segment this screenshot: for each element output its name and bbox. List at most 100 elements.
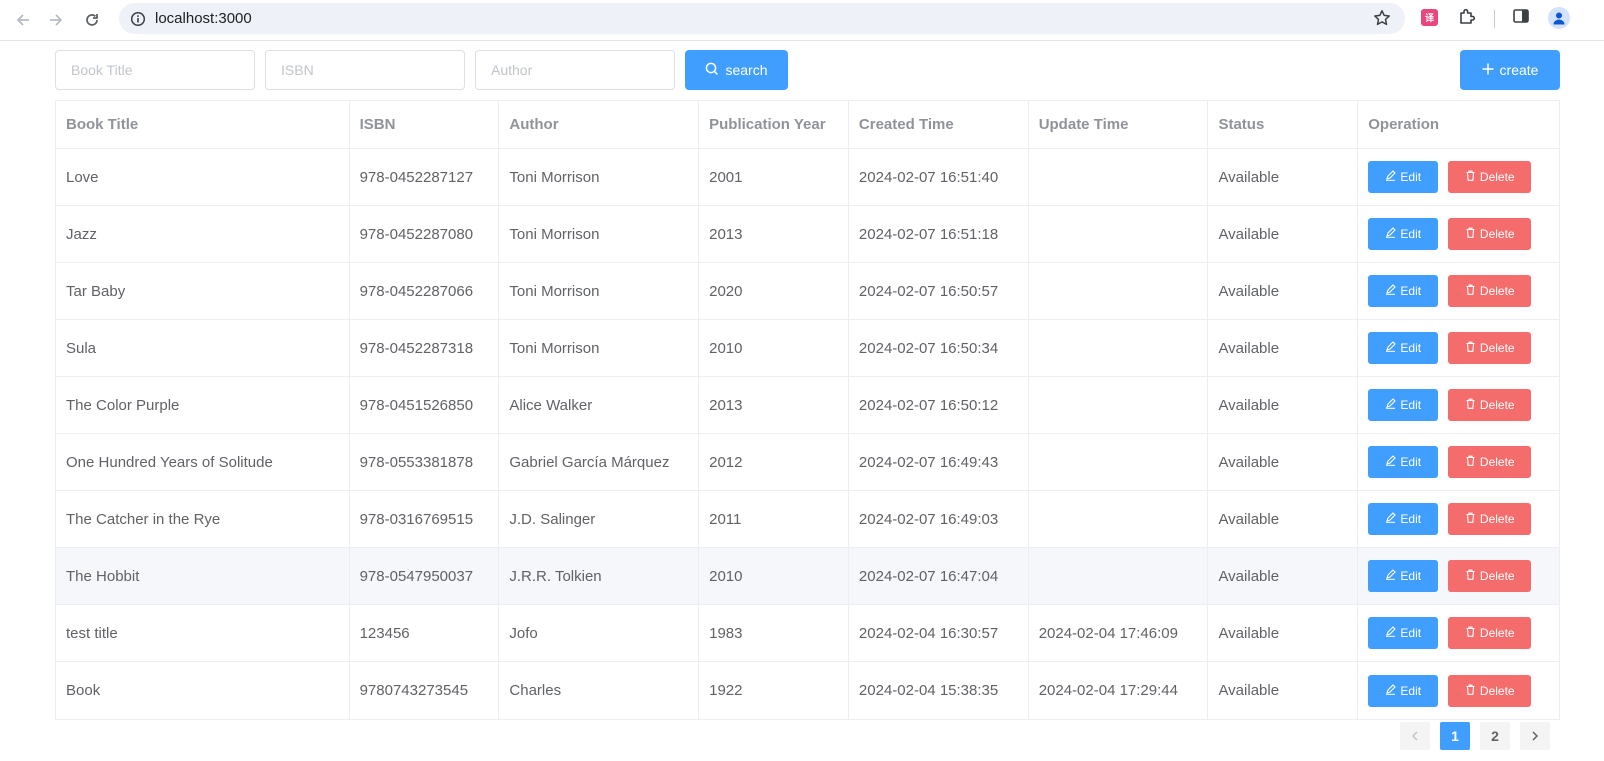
- edit-pencil-icon: [1385, 284, 1397, 298]
- status-cell: Available: [1208, 548, 1359, 604]
- delete-button[interactable]: Delete: [1448, 560, 1532, 592]
- delete-button[interactable]: Delete: [1448, 332, 1532, 364]
- edit-button[interactable]: Edit: [1368, 218, 1439, 250]
- edit-pencil-icon: [1385, 227, 1397, 241]
- table-row[interactable]: test title 123456 Jofo 1983 2024-02-04 16:30…: [56, 605, 1559, 662]
- column-header[interactable]: Operation: [1358, 101, 1559, 148]
- bookmark-star-icon[interactable]: [1373, 9, 1391, 32]
- delete-button[interactable]: Delete: [1448, 674, 1532, 707]
- search-button[interactable]: search: [685, 50, 788, 90]
- column-header[interactable]: Book Title: [56, 101, 350, 148]
- prev-page-chevron-icon[interactable]: [1400, 722, 1430, 750]
- table-row[interactable]: The Hobbit 978-0547950037 J.R.R. Tolkien 20…: [56, 548, 1559, 605]
- column-header[interactable]: Publication Year: [699, 101, 849, 148]
- operation-cell: Edit Delete: [1358, 605, 1559, 661]
- address-bar[interactable]: localhost:3000: [119, 3, 1405, 34]
- edit-button[interactable]: Edit: [1368, 617, 1439, 649]
- browser-toolbar: localhost:3000 译: [0, 0, 1604, 41]
- site-info-icon[interactable]: [123, 11, 153, 27]
- create-button-label: create: [1499, 62, 1539, 78]
- author-cell: Charles: [499, 662, 700, 719]
- delete-button[interactable]: Delete: [1448, 275, 1532, 307]
- table-row[interactable]: One Hundred Years of Solitude 978-0553381…: [56, 434, 1559, 491]
- forward-arrow-icon[interactable]: [38, 2, 74, 38]
- created-time-cell: 2024-02-07 16:50:34: [849, 320, 1029, 376]
- author-cell: Jofo: [499, 605, 700, 661]
- extensions-puzzle-icon[interactable]: [1457, 7, 1477, 32]
- delete-button[interactable]: Delete: [1448, 218, 1532, 250]
- status-cell: Available: [1208, 320, 1359, 376]
- isbn-cell: 9780743273545: [350, 662, 500, 719]
- edit-pencil-icon: [1385, 569, 1397, 583]
- year-cell: 1983: [699, 605, 849, 661]
- back-arrow-icon[interactable]: [5, 2, 41, 38]
- operation-cell: Edit Delete: [1358, 320, 1559, 376]
- edit-button[interactable]: Edit: [1368, 446, 1439, 478]
- table-row[interactable]: Jazz 978-0452287080 Toni Morrison 2013 2024-…: [56, 206, 1559, 263]
- operation-cell: Edit Delete: [1358, 662, 1559, 719]
- column-header[interactable]: Status: [1208, 101, 1359, 148]
- update-time-cell: [1029, 434, 1209, 490]
- reload-icon[interactable]: [74, 2, 110, 38]
- delete-trash-icon: [1465, 569, 1476, 583]
- edit-button[interactable]: Edit: [1368, 389, 1439, 421]
- edit-button-label: Edit: [1400, 455, 1422, 469]
- status-cell: Available: [1208, 605, 1359, 661]
- update-time-cell: 2024-02-04 17:29:44: [1029, 662, 1209, 719]
- edit-button[interactable]: Edit: [1368, 503, 1439, 535]
- table-row[interactable]: Sula 978-0452287318 Toni Morrison 2010 2024-…: [56, 320, 1559, 377]
- delete-trash-icon: [1465, 227, 1476, 241]
- created-time-cell: 2024-02-07 16:51:40: [849, 149, 1029, 205]
- delete-button[interactable]: Delete: [1448, 617, 1532, 649]
- table-row[interactable]: The Catcher in the Rye 978-0316769515 J.D.…: [56, 491, 1559, 548]
- edit-button[interactable]: Edit: [1368, 332, 1439, 364]
- delete-button[interactable]: Delete: [1448, 161, 1532, 193]
- author-cell: Gabriel García Márquez: [499, 434, 700, 490]
- edit-button-label: Edit: [1400, 398, 1422, 412]
- edit-button[interactable]: Edit: [1368, 275, 1439, 307]
- table-row[interactable]: The Color Purple 978-0451526850 Alice Walk…: [56, 377, 1559, 434]
- author-input[interactable]: [475, 50, 675, 90]
- update-time-cell: [1029, 377, 1209, 433]
- book-title-cell: The Hobbit: [56, 548, 350, 604]
- edit-button[interactable]: Edit: [1368, 560, 1439, 592]
- side-panel-icon[interactable]: [1512, 7, 1530, 30]
- edit-button[interactable]: Edit: [1368, 161, 1439, 193]
- edit-button[interactable]: Edit: [1368, 674, 1439, 707]
- isbn-cell: 978-0452287318: [350, 320, 500, 376]
- column-header[interactable]: ISBN: [350, 101, 500, 148]
- update-time-cell: [1029, 548, 1209, 604]
- delete-button-label: Delete: [1479, 398, 1515, 412]
- edit-button-label: Edit: [1400, 683, 1422, 698]
- translate-extension-icon[interactable]: 译: [1421, 9, 1438, 26]
- year-cell: 2013: [699, 377, 849, 433]
- table-row[interactable]: Book 9780743273545 Charles 1922 2024-02-04 1…: [56, 662, 1559, 719]
- operation-cell: Edit Delete: [1358, 263, 1559, 319]
- next-page-chevron-icon[interactable]: [1520, 722, 1550, 750]
- author-cell: Toni Morrison: [499, 149, 700, 205]
- book-title-input[interactable]: [55, 50, 255, 90]
- page-2-button[interactable]: 2: [1480, 722, 1510, 750]
- edit-button-label: Edit: [1400, 284, 1422, 298]
- status-cell: Available: [1208, 206, 1359, 262]
- book-title-cell: Love: [56, 149, 350, 205]
- table-header: Book Title ISBN Author Publication Year …: [56, 101, 1559, 149]
- delete-button[interactable]: Delete: [1448, 389, 1532, 421]
- created-time-cell: 2024-02-07 16:50:57: [849, 263, 1029, 319]
- delete-button[interactable]: Delete: [1448, 503, 1532, 535]
- delete-button[interactable]: Delete: [1448, 446, 1532, 478]
- isbn-cell: 978-0553381878: [350, 434, 500, 490]
- profile-avatar-icon[interactable]: [1548, 7, 1570, 29]
- column-header[interactable]: Author: [499, 101, 700, 148]
- edit-pencil-icon: [1385, 170, 1397, 184]
- create-button[interactable]: create: [1460, 50, 1560, 90]
- table-row[interactable]: Tar Baby 978-0452287066 Toni Morrison 2020 2…: [56, 263, 1559, 320]
- column-header[interactable]: Update Time: [1029, 101, 1209, 148]
- created-time-cell: 2024-02-07 16:49:43: [849, 434, 1029, 490]
- status-cell: Available: [1208, 263, 1359, 319]
- table-row[interactable]: Love 978-0452287127 Toni Morrison 2001 2024-…: [56, 149, 1559, 206]
- page-1-button[interactable]: 1: [1440, 722, 1470, 750]
- isbn-input[interactable]: [265, 50, 465, 90]
- column-header[interactable]: Created Time: [849, 101, 1029, 148]
- delete-trash-icon: [1465, 170, 1476, 184]
